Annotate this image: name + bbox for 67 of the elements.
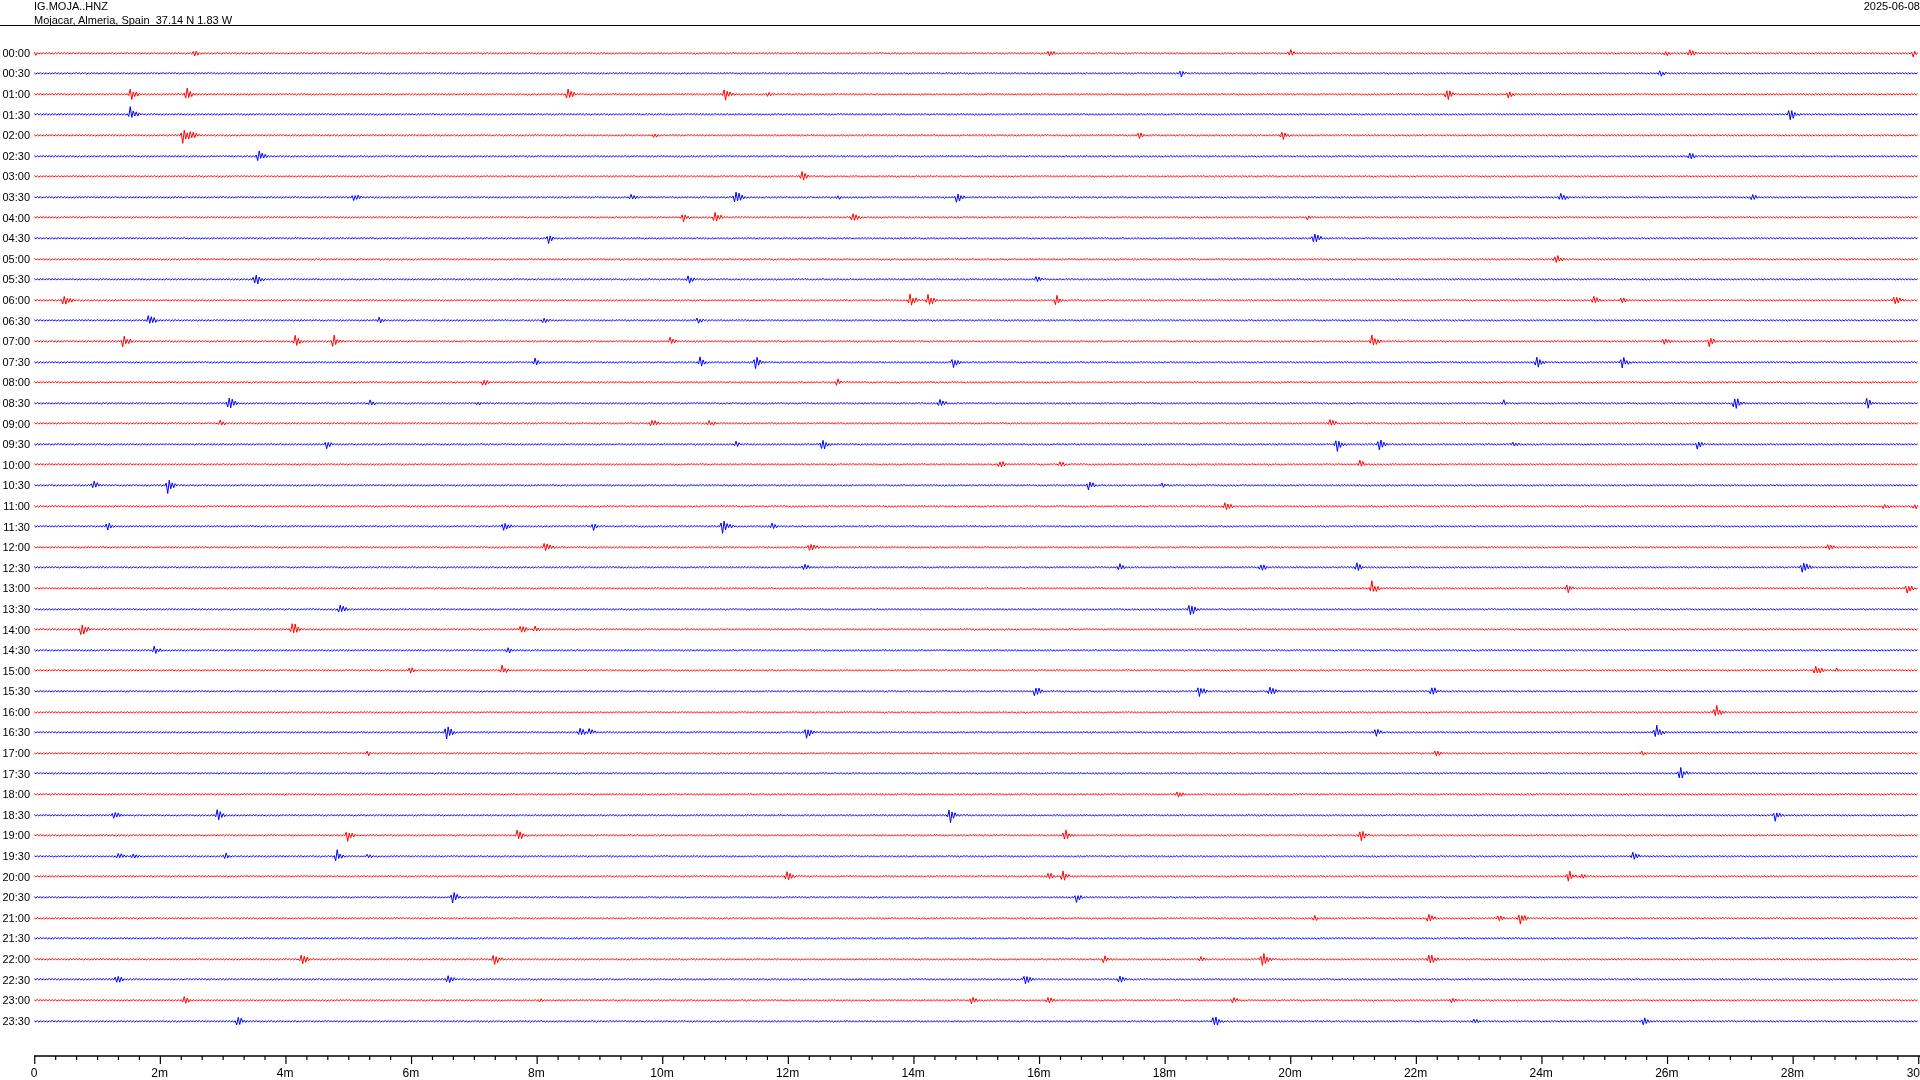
time-label: 12:00	[1, 541, 31, 554]
time-label: 22:30	[1, 973, 31, 986]
axis-tick-label: 26m	[1655, 1066, 1679, 1080]
time-label: 17:00	[1, 747, 31, 760]
time-label: 00:00	[1, 46, 31, 59]
time-label: 04:30	[1, 232, 31, 245]
time-label: 14:00	[1, 623, 31, 636]
time-label: 20:30	[1, 891, 31, 904]
time-label: 04:00	[1, 211, 31, 224]
time-label: 05:00	[1, 252, 31, 265]
time-label: 02:00	[1, 129, 31, 142]
axis-tick-label: 2m	[151, 1066, 168, 1080]
time-label: 09:30	[1, 438, 31, 451]
date-label: 2025-06-08	[1863, 0, 1920, 12]
time-label: 17:30	[1, 767, 31, 780]
time-label: 09:00	[1, 417, 31, 430]
time-label: 18:00	[1, 788, 31, 801]
axis-tick-label: 4m	[276, 1066, 294, 1080]
axis-tick-label: 0	[30, 1066, 38, 1080]
axis-tick-label: 18m	[1152, 1066, 1177, 1080]
time-label: 08:00	[1, 376, 31, 389]
time-label: 10:00	[1, 458, 31, 471]
time-label: 23:00	[1, 994, 31, 1007]
time-label: 01:00	[1, 88, 31, 101]
time-label: 15:30	[1, 685, 31, 698]
axis-tick-label: 22m	[1403, 1066, 1428, 1080]
time-label: 16:30	[1, 726, 31, 739]
time-label: 08:30	[1, 397, 31, 409]
time-label: 07:00	[1, 335, 31, 348]
axis-tick-label: 14m	[901, 1066, 925, 1080]
time-label: 23:30	[1, 1014, 31, 1027]
axis-tick-label: 8m	[528, 1066, 545, 1080]
time-label: 10:30	[1, 479, 31, 492]
axis-tick-label: 30	[1906, 1066, 1920, 1080]
time-label: 05:30	[1, 273, 31, 286]
time-label: 22:00	[1, 953, 31, 965]
axis-tick-label: 24m	[1529, 1066, 1553, 1080]
time-label: 06:30	[1, 314, 31, 327]
axis-tick-label: 16m	[1027, 1066, 1051, 1080]
time-label: 07:30	[1, 355, 31, 368]
time-label: 21:00	[1, 911, 31, 924]
time-label: 19:00	[1, 829, 31, 842]
time-label: 13:00	[1, 582, 31, 595]
axis-tick-label: 12m	[775, 1066, 800, 1080]
time-label: 06:00	[1, 294, 31, 306]
time-label: 16:00	[1, 705, 31, 718]
time-label: 03:00	[1, 170, 31, 183]
axis-tick-label: 28m	[1780, 1066, 1805, 1080]
time-label: 01:30	[1, 108, 31, 121]
time-label: 00:30	[1, 67, 31, 80]
time-label: 19:30	[1, 850, 31, 863]
time-label: 11:30	[2, 520, 31, 533]
time-label: 11:00	[2, 499, 31, 512]
time-label: 20:00	[1, 870, 31, 883]
time-label: 14:30	[1, 644, 31, 657]
time-label: 02:30	[1, 149, 31, 162]
time-label: 13:30	[1, 602, 31, 615]
time-label: 03:30	[1, 191, 31, 204]
axis-tick-label: 6m	[402, 1066, 420, 1080]
axis-tick-label: 20m	[1278, 1066, 1302, 1080]
axis-tick-label: 10m	[650, 1066, 674, 1080]
time-label: 21:30	[1, 932, 31, 945]
time-label: 15:00	[1, 664, 31, 677]
time-label: 18:30	[1, 808, 31, 821]
station-code: IG.MOJA..HNZ	[34, 0, 108, 12]
station-location: Mojacar, Almeria, Spain 37.14 N 1.83 W	[34, 14, 233, 26]
time-label: 12:30	[1, 561, 31, 574]
